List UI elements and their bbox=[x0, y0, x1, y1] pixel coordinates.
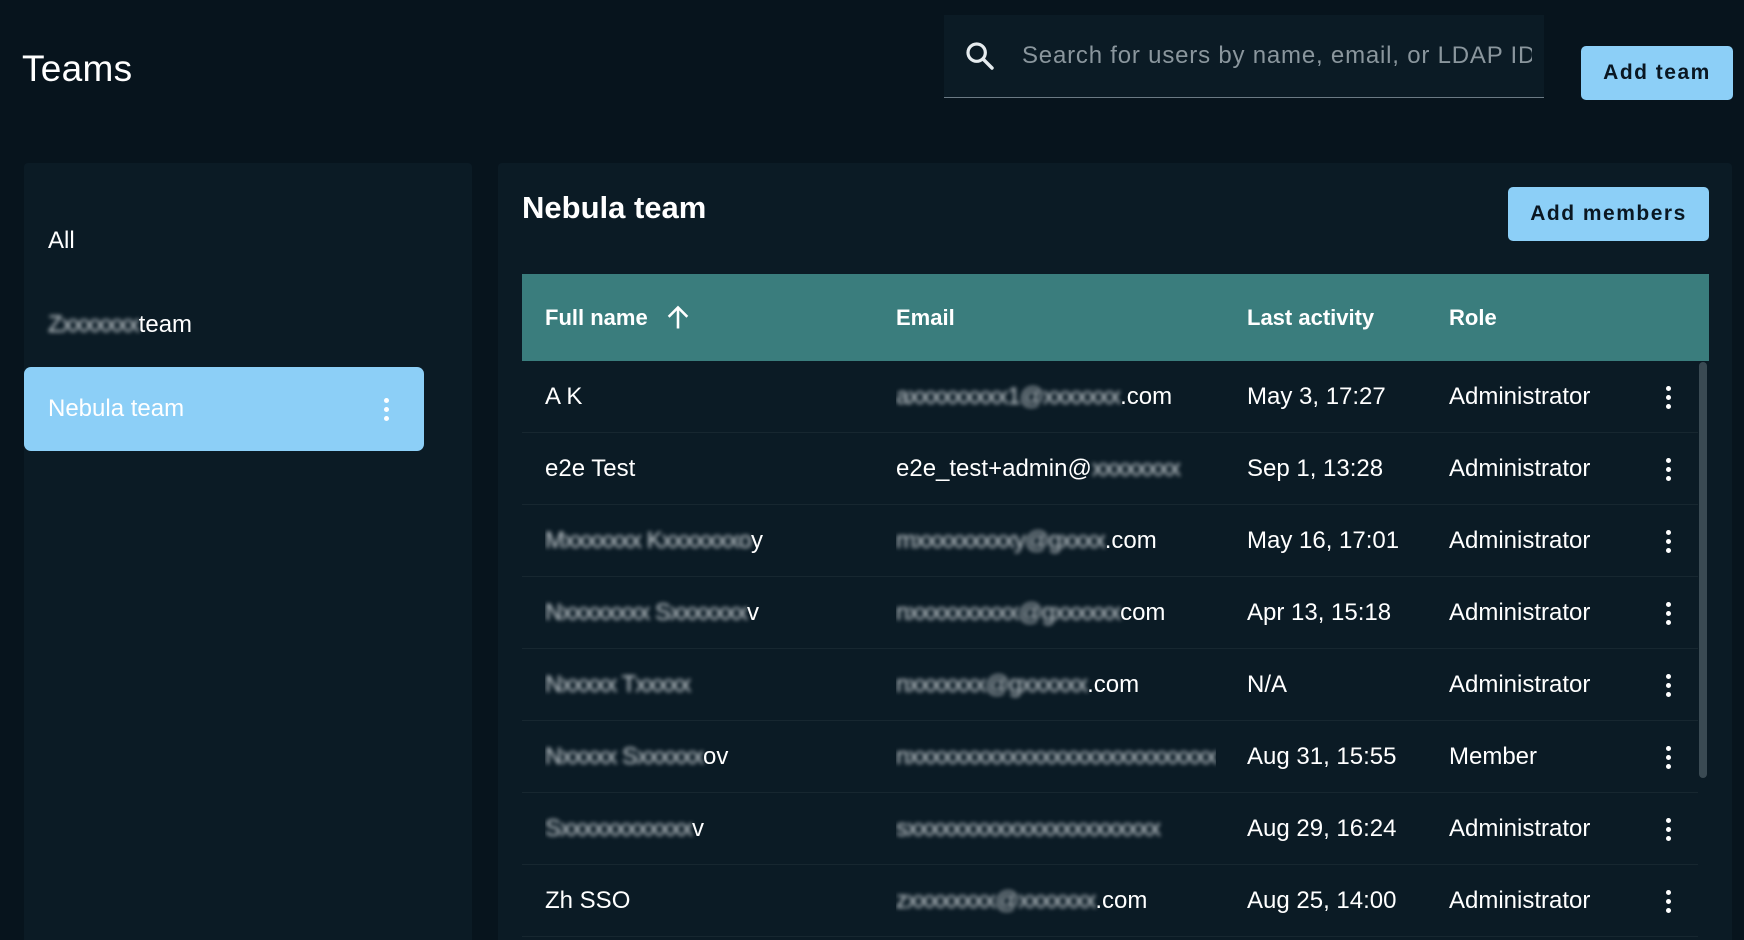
column-header-role[interactable]: Role bbox=[1449, 274, 1497, 361]
row-menu-icon[interactable] bbox=[1656, 667, 1680, 703]
member-last-activity: N/A bbox=[1247, 671, 1288, 698]
redacted-email: nxxxxxxxxxxxxxxxxxxxxxxxxxxxx bbox=[896, 743, 1216, 770]
member-last-activity: Aug 25, 14:00 bbox=[1247, 887, 1397, 914]
column-header-full-name[interactable]: Full name bbox=[545, 274, 692, 361]
column-label: Full name bbox=[545, 304, 648, 330]
member-email: com bbox=[1120, 599, 1166, 626]
redacted-name: Mxxxxxxx Kxxxxxxxo bbox=[545, 527, 752, 554]
redacted-text: Zxxxxxxx bbox=[48, 311, 140, 338]
add-team-button[interactable]: Add team bbox=[1581, 46, 1733, 100]
add-members-button[interactable]: Add members bbox=[1508, 187, 1709, 241]
member-role: Administrator bbox=[1449, 599, 1591, 626]
table-row[interactable]: Mxxxxxxx Kxxxxxxxo y mxxxxxxxxxy@gxxxx .… bbox=[522, 505, 1698, 577]
member-last-activity: Aug 29, 16:24 bbox=[1247, 815, 1397, 842]
table-row[interactable]: Zh SSO zxxxxxxxx@xxxxxxx .com Aug 25, 14… bbox=[522, 865, 1698, 937]
page-title: Teams bbox=[22, 48, 133, 89]
table-header: Full name Email Last activity Role bbox=[522, 274, 1709, 361]
redacted-name: Nxxxxx Txxxxx bbox=[545, 671, 691, 698]
member-email: .com bbox=[1104, 527, 1157, 554]
member-last-activity: Apr 13, 15:18 bbox=[1247, 599, 1392, 626]
sidebar-item-label: team bbox=[138, 311, 193, 338]
sidebar-item-label: Nebula team bbox=[48, 395, 185, 422]
redacted-email: sxxxxxxxxxxxxxxxxxxxxxxx bbox=[896, 815, 1161, 842]
table-row[interactable]: e2e Test e2e_test+admin@ xxxxxxxx Sep 1,… bbox=[522, 433, 1698, 505]
row-menu-icon[interactable] bbox=[1656, 595, 1680, 631]
member-role: Administrator bbox=[1449, 383, 1591, 410]
member-name-suffix: y bbox=[751, 527, 764, 554]
member-email: .com bbox=[1087, 671, 1140, 698]
redacted-email: nxxxxxxx@gxxxxxx bbox=[896, 671, 1088, 698]
column-header-email[interactable]: Email bbox=[896, 274, 955, 361]
member-name-suffix: v bbox=[692, 815, 705, 842]
sidebar-item-label: All bbox=[48, 227, 75, 254]
member-role: Member bbox=[1449, 743, 1538, 770]
redacted-name: Nxxxxxxxx Sxxxxxxx bbox=[545, 599, 748, 626]
row-menu-icon[interactable] bbox=[1656, 379, 1680, 415]
redacted-email: mxxxxxxxxxy@gxxxx bbox=[896, 527, 1106, 554]
table-scrollbar[interactable] bbox=[1699, 362, 1707, 778]
table-row[interactable]: Nxxxxx Sxxxxxx ov nxxxxxxxxxxxxxxxxxxxxx… bbox=[522, 721, 1698, 793]
team-title: Nebula team bbox=[522, 190, 707, 225]
member-role: Administrator bbox=[1449, 455, 1591, 482]
member-name: Zh SSO bbox=[545, 887, 631, 914]
table-row[interactable]: Nxxxxxxxx Sxxxxxxx v nxxxxxxxxxx@gxxxxxx… bbox=[522, 577, 1698, 649]
table-row[interactable]: A K axxxxxxxxx1@xxxxxxx .com May 3, 17:2… bbox=[522, 361, 1698, 433]
table-row[interactable]: Nxxxxx Txxxxx nxxxxxxx@gxxxxxx .com N/A … bbox=[522, 649, 1698, 721]
redacted-email: nxxxxxxxxxx@gxxxxxx bbox=[896, 599, 1121, 626]
arrow-up-icon bbox=[667, 305, 688, 328]
member-email: .com bbox=[1095, 887, 1148, 914]
sidebar-item-nebula-team[interactable]: Nebula team bbox=[24, 367, 424, 451]
search-box[interactable] bbox=[944, 15, 1544, 98]
row-menu-icon[interactable] bbox=[1656, 883, 1680, 919]
row-menu-icon[interactable] bbox=[1656, 451, 1680, 487]
row-menu-icon[interactable] bbox=[1656, 811, 1680, 847]
redacted-email: xxxxxxxx bbox=[1091, 455, 1181, 482]
redacted-email: zxxxxxxxx@xxxxxxx bbox=[896, 887, 1096, 914]
member-last-activity: Sep 1, 13:28 bbox=[1247, 455, 1384, 482]
member-role: Administrator bbox=[1449, 815, 1591, 842]
member-name: e2e Test bbox=[545, 455, 636, 482]
member-name-suffix: v bbox=[747, 599, 760, 626]
redacted-email: axxxxxxxxx1@xxxxxxx bbox=[896, 383, 1121, 410]
row-menu-icon[interactable] bbox=[1656, 739, 1680, 775]
more-options-icon[interactable] bbox=[374, 391, 398, 427]
member-last-activity: Aug 31, 15:55 bbox=[1247, 743, 1397, 770]
column-header-last-activity[interactable]: Last activity bbox=[1247, 274, 1374, 361]
sidebar-item-all[interactable]: All bbox=[24, 199, 424, 283]
search-input[interactable] bbox=[1022, 33, 1532, 79]
members-table-body: A K axxxxxxxxx1@xxxxxxx .com May 3, 17:2… bbox=[522, 361, 1698, 937]
member-email: .com bbox=[1120, 383, 1173, 410]
member-name-suffix: ov bbox=[703, 743, 729, 770]
member-name: A K bbox=[545, 383, 583, 410]
row-menu-icon[interactable] bbox=[1656, 523, 1680, 559]
member-role: Administrator bbox=[1449, 887, 1591, 914]
member-role: Administrator bbox=[1449, 671, 1591, 698]
redacted-name: Nxxxxx Sxxxxxx bbox=[545, 743, 704, 770]
member-role: Administrator bbox=[1449, 527, 1591, 554]
member-last-activity: May 3, 17:27 bbox=[1247, 383, 1386, 410]
sidebar-item-redacted-team[interactable]: Zxxxxxxx team bbox=[24, 283, 424, 367]
redacted-name: Sxxxxxxxxxxxx bbox=[545, 815, 693, 842]
teams-page: Teams Add team All Zxxxxxxx team Nebula … bbox=[0, 0, 1744, 940]
member-last-activity: May 16, 17:01 bbox=[1247, 527, 1400, 554]
table-row[interactable]: Sxxxxxxxxxxxx v sxxxxxxxxxxxxxxxxxxxxxxx… bbox=[522, 793, 1698, 865]
member-email: e2e_test+admin@ bbox=[896, 455, 1092, 482]
search-icon bbox=[966, 42, 994, 70]
